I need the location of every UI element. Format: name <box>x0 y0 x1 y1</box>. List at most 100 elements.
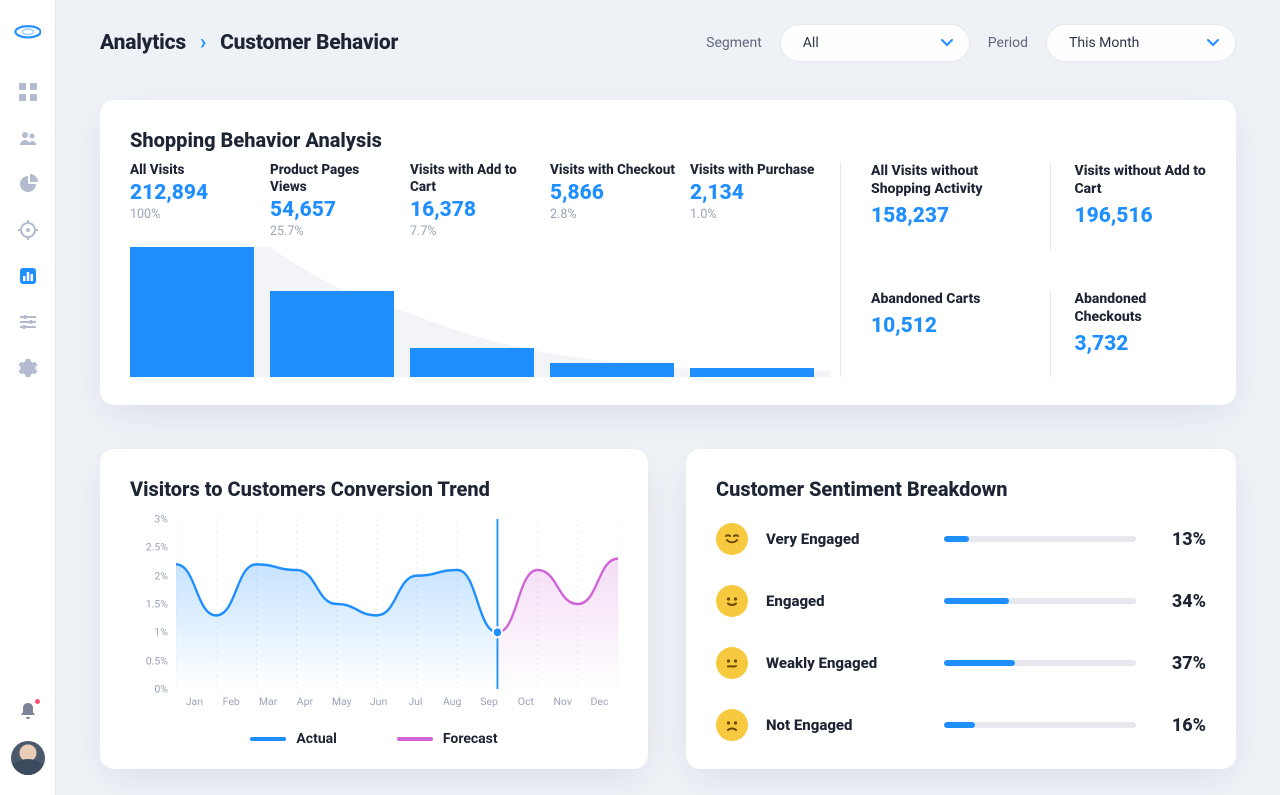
sentiment-pct: 34% <box>1154 591 1206 612</box>
side-metric: Abandoned Carts10,512 <box>871 290 1028 378</box>
step-pct: 2.8% <box>550 207 678 222</box>
nav-reports[interactable] <box>18 174 38 194</box>
x-tick: May <box>323 695 360 708</box>
y-tick: 3% <box>130 513 168 526</box>
sentiment-row: Not Engaged16% <box>716 709 1206 741</box>
legend-forecast: Forecast <box>397 731 498 747</box>
header-controls: Segment All Period This Month <box>706 24 1236 62</box>
nav-targets[interactable] <box>18 220 38 240</box>
y-tick: 0% <box>130 683 168 696</box>
card-title: Customer Sentiment Breakdown <box>716 477 1206 501</box>
step-name: Visits with Purchase <box>690 162 818 179</box>
funnel-chart: All Visits212,894100%Product Pages Views… <box>130 162 830 377</box>
chart-legend: Actual Forecast <box>130 731 618 747</box>
card-title: Visitors to Customers Conversion Trend <box>130 477 618 501</box>
metric-value: 10,512 <box>871 314 1028 338</box>
x-tick: Mar <box>250 695 287 708</box>
metric-name: Visits without Add to Cart <box>1075 162 1207 198</box>
metric-value: 3,732 <box>1075 332 1207 356</box>
period-label: Period <box>988 35 1028 51</box>
funnel-step: All Visits 212,894 100% <box>130 162 270 377</box>
funnel-bar <box>690 368 814 377</box>
segment-label: Segment <box>706 35 762 51</box>
nav-settings[interactable] <box>18 358 38 378</box>
funnel-bar <box>270 291 394 377</box>
metric-name: All Visits without Shopping Activity <box>871 162 1028 198</box>
x-tick: Nov <box>544 695 581 708</box>
side-metric: Visits without Add to Cart 196,516 <box>1050 162 1207 250</box>
funnel-step: Visits with Checkout 5,866 2.8% <box>550 162 690 377</box>
step-name: Visits with Add to Cart <box>410 162 538 196</box>
step-value: 5,866 <box>550 181 678 205</box>
breadcrumb-root[interactable]: Analytics <box>100 31 186 55</box>
step-pct: 1.0% <box>690 207 818 222</box>
conversion-line-chart <box>176 519 618 689</box>
sentiment-bar <box>944 598 1136 604</box>
sentiment-label: Engaged <box>766 592 926 610</box>
x-tick: Oct <box>507 695 544 708</box>
card-conversion-trend: Visitors to Customers Conversion Trend 0… <box>100 449 648 769</box>
notifications-button[interactable] <box>18 701 38 721</box>
swatch-icon <box>250 737 286 741</box>
nav-filters[interactable] <box>18 312 38 332</box>
segment-value: All <box>803 35 819 51</box>
nav-list <box>18 82 38 378</box>
step-value: 212,894 <box>130 181 258 205</box>
sentiment-pct: 13% <box>1154 529 1206 550</box>
side-metric: All Visits without Shopping Activity 158,… <box>871 162 1028 250</box>
nav-dashboard[interactable] <box>18 82 38 102</box>
sentiment-label: Weakly Engaged <box>766 654 926 672</box>
nav-sidebar <box>0 0 56 795</box>
step-pct: 7.7% <box>410 224 538 239</box>
funnel-bar <box>550 363 674 377</box>
step-pct: 25.7% <box>270 224 398 239</box>
funnel-step: Visits with Add to Cart16,378 7.7% <box>410 162 550 377</box>
funnel-bar <box>130 247 254 377</box>
step-value: 54,657 <box>270 198 398 222</box>
step-name: All Visits <box>130 162 258 179</box>
user-avatar[interactable] <box>11 741 45 775</box>
face-very-icon <box>716 523 748 555</box>
card-customer-sentiment: Customer Sentiment Breakdown Very Engage… <box>686 449 1236 769</box>
sentiment-pct: 37% <box>1154 653 1206 674</box>
segment-dropdown[interactable]: All <box>780 24 970 62</box>
chevron-right-icon: › <box>200 31 206 55</box>
legend-actual: Actual <box>250 731 336 747</box>
nav-analytics[interactable] <box>18 266 38 286</box>
y-tick: 1% <box>130 626 168 639</box>
sentiment-pct: 16% <box>1154 715 1206 736</box>
face-meh-icon <box>716 647 748 679</box>
nav-customers[interactable] <box>18 128 38 148</box>
card-shopping-behavior: Shopping Behavior Analysis All Visits212… <box>100 100 1236 405</box>
sentiment-bar <box>944 660 1136 666</box>
chevron-down-icon <box>941 39 953 47</box>
main-content: Analytics › Customer Behavior Segment Al… <box>56 0 1280 795</box>
behavior-side-metrics: All Visits without Shopping Activity 158,… <box>840 162 1206 377</box>
x-tick: Jul <box>397 695 434 708</box>
x-tick: Apr <box>286 695 323 708</box>
breadcrumb: Analytics › Customer Behavior <box>100 31 398 55</box>
swatch-icon <box>397 737 433 741</box>
x-tick: Jun <box>360 695 397 708</box>
step-name: Visits with Checkout <box>550 162 678 179</box>
sentiment-row: Weakly Engaged 37% <box>716 647 1206 679</box>
metric-name: Abandoned Checkouts <box>1075 290 1207 326</box>
metric-value: 196,516 <box>1075 204 1207 228</box>
face-sad-icon <box>716 709 748 741</box>
period-value: This Month <box>1069 35 1139 51</box>
y-tick: 2.5% <box>130 541 168 554</box>
notification-dot-icon <box>34 698 41 705</box>
x-tick: Jan <box>176 695 213 708</box>
page-header: Analytics › Customer Behavior Segment Al… <box>100 24 1236 62</box>
funnel-step: Visits with Purchase2,1341.0% <box>690 162 830 377</box>
step-pct: 100% <box>130 207 258 222</box>
period-dropdown[interactable]: This Month <box>1046 24 1236 62</box>
sentiment-row: Engaged 34% <box>716 585 1206 617</box>
app-logo <box>14 22 42 42</box>
metric-value: 158,237 <box>871 204 1028 228</box>
breadcrumb-current: Customer Behavior <box>220 31 398 55</box>
x-tick: Feb <box>213 695 250 708</box>
step-value: 16,378 <box>410 198 538 222</box>
x-tick: Dec <box>581 695 618 708</box>
y-tick: 0.5% <box>130 654 168 667</box>
